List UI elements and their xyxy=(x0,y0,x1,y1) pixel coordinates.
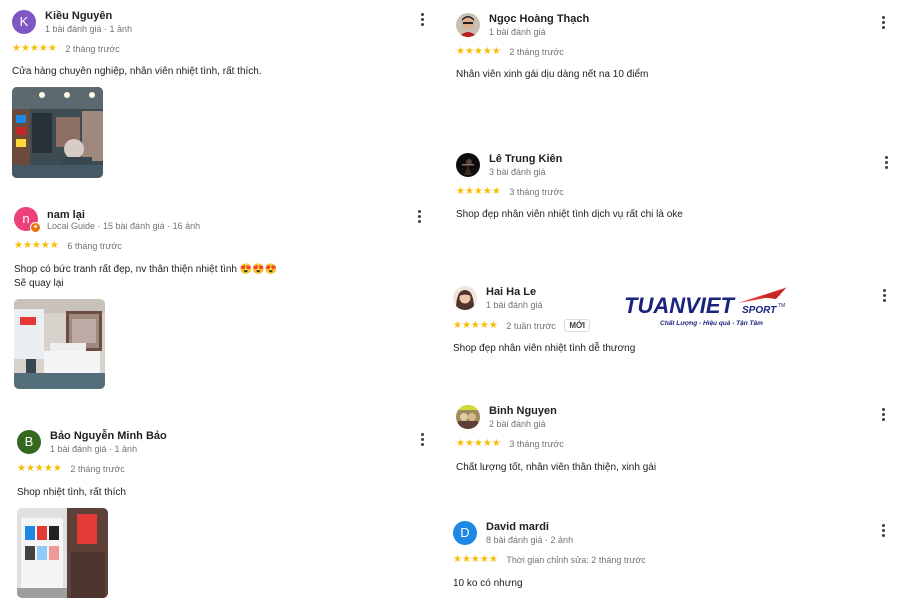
star-rating: ★★★★★ xyxy=(453,320,498,331)
review-text: Chất lượng tốt, nhân viên thân thiện, xi… xyxy=(456,462,657,473)
review-date: Thời gian chỉnh sửa: 2 tháng trước xyxy=(506,554,646,565)
review-date: 2 tuần trước xyxy=(506,320,556,331)
reviewer-name[interactable]: Ngọc Hoàng Thạch xyxy=(489,13,589,25)
local-guide-badge-icon: ✦ xyxy=(30,222,41,233)
star-rating: ★★★★★ xyxy=(456,186,501,198)
avatar-photo-icon xyxy=(453,286,477,310)
more-options-button[interactable] xyxy=(881,155,891,173)
logo-brand: TUANVIET xyxy=(624,293,736,318)
rating-row: ★★★★★ 2 tháng trước xyxy=(456,46,866,60)
reviewer-name[interactable]: Binh Nguyen xyxy=(489,405,557,417)
rating-row: ★★★★★ Thời gian chỉnh sửa: 2 tháng trước xyxy=(453,554,863,568)
logo-tagline: Chất Lượng - Hiệu quả - Tận Tâm xyxy=(660,319,763,327)
review-date: 2 tháng trước xyxy=(65,43,120,54)
review-date: 6 tháng trước xyxy=(67,240,122,251)
reviewer-name[interactable]: Lê Trung Kiên xyxy=(489,153,562,165)
review-text: Shop nhiệt tình, rất thích xyxy=(17,487,126,498)
reviewer-meta: 1 bài đánh giá xyxy=(489,27,546,37)
avatar[interactable]: K xyxy=(12,10,36,34)
review-text: Shop có bức tranh rất đẹp, nv thân thiện… xyxy=(14,263,424,291)
review-card: D David mardi 8 bài đánh giá · 2 ảnh ★★★… xyxy=(453,521,885,591)
rating-row: ★★★★★ 6 tháng trước xyxy=(14,240,424,254)
reviewer-meta: 1 bài đánh giá · 1 ảnh xyxy=(50,444,138,454)
tuanviet-sport-logo: TUANVIET SPORT TM Chất Lượng - Hiệu quả … xyxy=(620,283,800,333)
more-options-button[interactable] xyxy=(417,432,427,450)
rating-row: ★★★★★ 2 tháng trước xyxy=(17,463,427,477)
review-text: Nhân viên xinh gái dịu dàng nết na 10 đi… xyxy=(456,69,649,80)
review-text-line: Shop có bức tranh rất đẹp, nv thân thiện… xyxy=(14,264,278,275)
reviewer-meta: 3 bài đánh giá xyxy=(489,167,546,177)
avatar[interactable] xyxy=(456,153,480,177)
more-options-button[interactable] xyxy=(414,209,424,227)
review-text-line: Sẽ quay lại xyxy=(14,278,64,289)
avatar-photo-icon xyxy=(456,13,480,37)
avatar[interactable] xyxy=(456,13,480,37)
reviewer-name[interactable]: Bảo Nguyễn Minh Bảo xyxy=(50,430,167,442)
reviewer-meta: 2 bài đánh giá xyxy=(489,419,546,429)
avatar-photo-icon xyxy=(456,153,480,177)
avatar-photo-icon xyxy=(456,405,480,429)
reviewer-meta: 1 bài đánh giá · 1 ảnh xyxy=(45,24,133,34)
reviewer-name[interactable]: David mardi xyxy=(486,521,549,533)
more-options-button[interactable] xyxy=(878,15,888,33)
more-options-button[interactable] xyxy=(879,288,889,306)
star-rating: ★★★★★ xyxy=(14,240,59,252)
rating-row: ★★★★★ 2 tháng trước xyxy=(12,43,422,57)
review-text: Shop đẹp nhân viên nhiệt tình dịch vụ rấ… xyxy=(456,209,683,220)
avatar[interactable]: D xyxy=(453,521,477,545)
reviewer-meta: 8 bài đánh giá · 2 ảnh xyxy=(486,535,574,545)
review-date: 2 tháng trước xyxy=(70,463,125,474)
review-card: K Kiều Nguyên 1 bài đánh giá · 1 ảnh ★★★… xyxy=(12,10,424,178)
avatar[interactable] xyxy=(453,286,477,310)
review-photo[interactable] xyxy=(17,508,108,598)
star-rating: ★★★★★ xyxy=(453,554,498,566)
reviewer-meta: 1 bài đánh giá xyxy=(486,300,543,310)
review-date: 2 tháng trước xyxy=(509,46,564,57)
review-date: 3 tháng trước xyxy=(509,186,564,197)
reviewer-meta: Local Guide · 15 bài đánh giá · 16 ảnh xyxy=(47,221,201,231)
rating-row: ★★★★★ 3 tháng trước xyxy=(456,438,866,452)
review-card: B Bảo Nguyễn Minh Bảo 1 bài đánh giá · 1… xyxy=(17,430,427,598)
star-rating: ★★★★★ xyxy=(456,438,501,450)
review-card: Binh Nguyen 2 bài đánh giá ★★★★★ 3 tháng… xyxy=(456,405,885,475)
review-photo[interactable] xyxy=(14,299,105,389)
logo-swoosh-icon xyxy=(738,287,788,303)
star-rating: ★★★★★ xyxy=(12,43,57,55)
review-text: Cửa hàng chuyên nghiệp, nhân viên nhiệt … xyxy=(12,66,262,77)
review-card: Ngọc Hoàng Thạch 1 bài đánh giá ★★★★★ 2 … xyxy=(456,13,885,82)
reviewer-name[interactable]: Kiều Nguyên xyxy=(45,10,112,22)
review-text: 10 ko có nhưng xyxy=(453,578,523,589)
review-date: 3 tháng trước xyxy=(509,438,564,449)
star-rating: ★★★★★ xyxy=(17,463,62,475)
review-photo[interactable] xyxy=(12,87,103,178)
avatar[interactable]: B xyxy=(17,430,41,454)
new-badge: MỚI xyxy=(564,319,591,332)
star-rating: ★★★★★ xyxy=(456,46,501,58)
reviewer-name[interactable]: nam lại xyxy=(47,209,85,221)
more-options-button[interactable] xyxy=(878,523,888,541)
more-options-button[interactable] xyxy=(878,407,888,425)
logo-sub: SPORT xyxy=(742,305,777,316)
logo-tm: TM xyxy=(778,303,785,309)
review-text: Shop đẹp nhân viên nhiệt tình dễ thương xyxy=(453,343,636,354)
rating-row: ★★★★★ 3 tháng trước xyxy=(456,186,866,200)
reviewer-name[interactable]: Hai Ha Le xyxy=(486,286,536,298)
avatar[interactable] xyxy=(456,405,480,429)
review-card: Lê Trung Kiên 3 bài đánh giá ★★★★★ 3 thá… xyxy=(456,153,888,222)
more-options-button[interactable] xyxy=(417,12,427,30)
review-card: n ✦ nam lại Local Guide · 15 bài đánh gi… xyxy=(14,207,424,389)
